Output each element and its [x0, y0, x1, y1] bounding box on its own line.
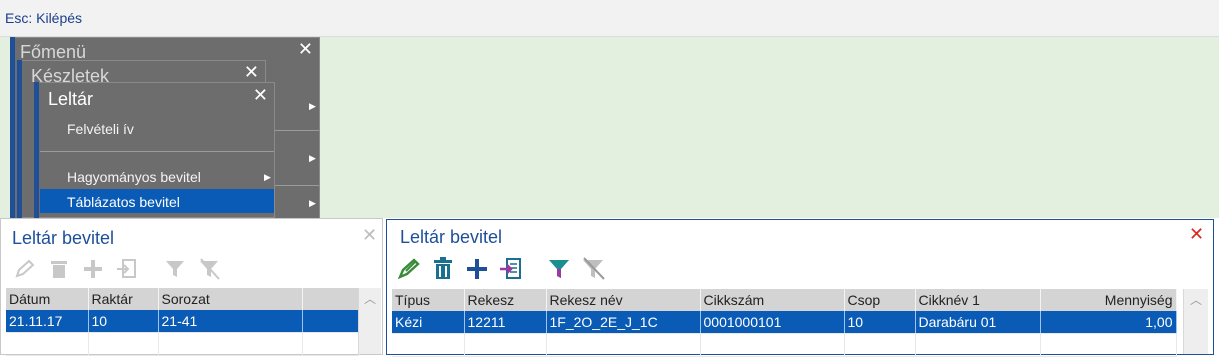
column-header-tipus[interactable]: Típus [392, 289, 465, 311]
column-header-cikkszam[interactable]: Cikkszám [700, 289, 845, 311]
scroll-up-icon[interactable]: ︿ [1184, 291, 1208, 308]
table-header-row: Típus Rekesz Rekesz név Cikkszám Csop Ci… [392, 289, 1177, 311]
plus-icon[interactable] [79, 257, 107, 281]
table-row[interactable]: Kézi 12211 1F_2O_2E_J_1C 0001000101 10 D… [392, 311, 1177, 334]
table-row[interactable]: 21.11.17 10 21-41 [6, 310, 359, 333]
cell-raktar[interactable]: 10 [88, 310, 159, 333]
column-header-cikknev[interactable]: Cikknév 1 [915, 289, 1041, 311]
chevron-right-icon: ▶ [309, 101, 316, 111]
right-toolbar [395, 257, 607, 281]
column-header-rekesz-nev[interactable]: Rekesz név [546, 289, 701, 311]
column-header-datum[interactable]: Dátum [6, 288, 89, 310]
escape-exit-button[interactable]: Esc: Kilépés [5, 10, 82, 26]
clear-filter-icon[interactable] [579, 257, 607, 281]
main-menu-separator [273, 185, 319, 186]
top-bar: Esc: Kilépés [0, 0, 1219, 37]
scroll-up-icon[interactable]: ︿ [359, 290, 381, 307]
trash-icon[interactable] [429, 257, 457, 281]
chevron-right-icon: ▶ [264, 172, 271, 182]
table-header-row: Dátum Raktár Sorozat [6, 288, 359, 310]
menu-item-hagyomanyos-bevitel[interactable]: Hagyományos bevitel [67, 169, 201, 185]
clear-filter-icon[interactable] [195, 257, 223, 281]
column-header-empty[interactable] [302, 288, 359, 310]
right-panel-close-icon[interactable]: ✕ [1189, 224, 1204, 245]
table-row[interactable] [392, 333, 1177, 357]
chevron-right-icon: ▶ [309, 153, 316, 163]
trash-icon[interactable] [45, 257, 73, 281]
cell-csop[interactable]: 10 [844, 311, 916, 334]
left-panel-close-icon[interactable]: ✕ [362, 225, 377, 246]
cell-mennyiseg[interactable]: 1,00 [1040, 311, 1177, 334]
menu-accent-bar [34, 82, 39, 218]
column-header-raktar[interactable]: Raktár [88, 288, 159, 310]
plus-icon[interactable] [463, 257, 491, 281]
right-grid-scrollbar[interactable]: ︿ [1183, 289, 1208, 354]
cell-cikknev[interactable]: Darabáru 01 [915, 311, 1041, 334]
import-icon[interactable] [113, 257, 141, 281]
main-menu-separator [273, 130, 319, 131]
cell-empty[interactable] [302, 310, 359, 333]
right-panel-title: Leltár bevitel [400, 227, 503, 247]
cell-tipus[interactable]: Kézi [392, 311, 465, 334]
cell-datum[interactable]: 21.11.17 [6, 310, 89, 333]
cell-rekesz[interactable]: 12211 [464, 311, 547, 334]
menu-accent-bar [17, 60, 22, 218]
left-toolbar [11, 257, 223, 281]
inventory-menu-title: Leltár [48, 89, 94, 109]
column-header-csop[interactable]: Csop [844, 289, 916, 311]
column-header-sorozat[interactable]: Sorozat [158, 288, 303, 310]
left-panel-title: Leltár bevitel [12, 228, 115, 248]
menu-item-felveteli-iv[interactable]: Felvételi ív [67, 121, 134, 137]
left-grid-scrollbar[interactable]: ︿ [358, 288, 381, 354]
stock-menu-close-icon[interactable]: ✕ [244, 62, 259, 83]
column-header-rekesz[interactable]: Rekesz [464, 289, 547, 311]
left-inventory-panel: Leltár bevitel ✕ Dátum Raktár Sorozat 21… [0, 218, 383, 356]
menu-accent-bar [10, 37, 15, 220]
cell-rekesz-nev[interactable]: 1F_2O_2E_J_1C [546, 311, 701, 334]
filter-icon[interactable] [545, 257, 573, 281]
column-header-mennyiseg[interactable]: Mennyiség [1040, 289, 1177, 311]
menu-separator [40, 151, 274, 152]
inventory-menu-close-icon[interactable]: ✕ [253, 85, 268, 106]
right-grid: Típus Rekesz Rekesz név Cikkszám Csop Ci… [392, 289, 1177, 357]
menu-item-tablazatos-bevitel[interactable]: Táblázatos bevitel [67, 194, 180, 210]
left-grid: Dátum Raktár Sorozat 21.11.17 10 21-41 [6, 288, 359, 356]
import-icon[interactable] [497, 257, 525, 281]
cell-cikkszam[interactable]: 0001000101 [700, 311, 845, 334]
filter-icon[interactable] [161, 257, 189, 281]
cell-sorozat[interactable]: 21-41 [158, 310, 303, 333]
inventory-menu-window: Leltár ✕ Felvételi ív Hagyományos bevite… [34, 82, 275, 218]
chevron-right-icon: ▶ [309, 198, 316, 208]
pencil-icon[interactable] [11, 257, 39, 281]
right-inventory-panel: Leltár bevitel ✕ Típus Rekesz Rekesz név… [386, 219, 1214, 357]
table-row[interactable] [6, 332, 359, 356]
pencil-icon[interactable] [395, 257, 423, 281]
main-menu-close-icon[interactable]: ✕ [298, 39, 313, 60]
